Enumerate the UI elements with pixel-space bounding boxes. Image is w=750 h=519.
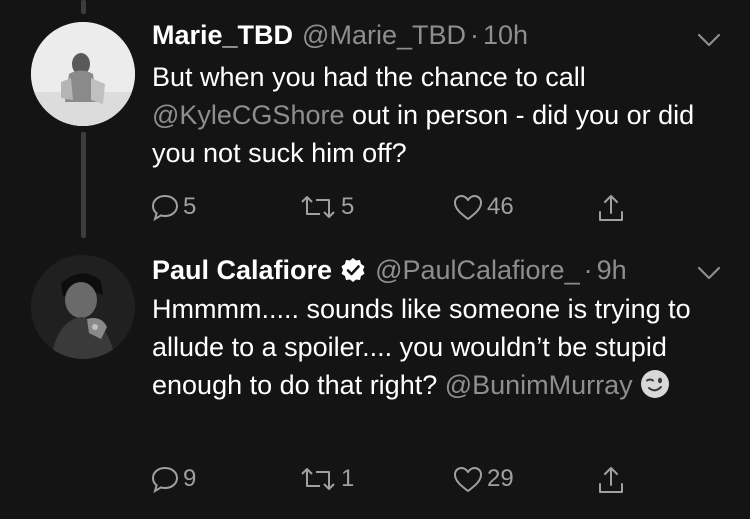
reply-count: 9 — [183, 465, 197, 492]
tweet-paul[interactable]: Paul Calafiore @PaulCalafiore_ · 9h Hmmm… — [0, 240, 750, 519]
like-button[interactable]: 29 — [452, 464, 514, 494]
separator-dot: · — [583, 255, 593, 285]
separator-dot: · — [470, 20, 479, 50]
reply-button[interactable]: 9 — [150, 464, 196, 494]
heart-icon — [454, 195, 482, 220]
user-handle[interactable]: @Marie_TBD — [302, 20, 466, 51]
retweet-button[interactable]: 5 — [298, 192, 354, 222]
chevron-down-icon[interactable] — [696, 32, 722, 48]
like-button[interactable]: 46 — [452, 192, 514, 222]
retweet-icon — [301, 468, 335, 490]
heart-icon — [454, 467, 482, 492]
tweet-actions: 9 1 29 — [150, 464, 650, 500]
tweet-marie[interactable]: Marie_TBD @Marie_TBD · 10h But when you … — [0, 0, 750, 240]
share-icon — [599, 195, 623, 221]
timestamp[interactable]: 10h — [483, 20, 528, 51]
display-name[interactable]: Marie_TBD — [152, 20, 293, 51]
retweet-count: 1 — [341, 465, 355, 492]
tweet-actions: 5 5 46 — [150, 192, 650, 228]
tweet-text: Hmmmm..... sounds like someone is trying… — [152, 290, 692, 404]
reply-button[interactable]: 5 — [150, 192, 196, 222]
share-button[interactable] — [596, 192, 626, 224]
reply-count: 5 — [183, 193, 197, 220]
timestamp[interactable]: 9h — [597, 255, 627, 286]
avatar-paul[interactable] — [31, 255, 135, 359]
chevron-down-icon[interactable] — [696, 265, 722, 281]
user-handle[interactable]: @PaulCalafiore_ — [375, 255, 580, 286]
winking-face-emoji — [640, 370, 669, 398]
retweet-button[interactable]: 1 — [298, 464, 354, 494]
reply-icon — [151, 466, 179, 494]
display-name[interactable]: Paul Calafiore — [152, 255, 332, 286]
share-button[interactable] — [596, 464, 626, 496]
mention-link[interactable]: @KyleCGShore — [152, 100, 344, 130]
mention-link[interactable]: @BunimMurray — [445, 370, 633, 400]
verified-badge-icon — [341, 258, 365, 282]
tweet-text: But when you had the chance to call @Kyl… — [152, 58, 732, 172]
reply-icon — [151, 194, 179, 222]
avatar-marie[interactable] — [31, 22, 135, 126]
share-icon — [599, 467, 623, 493]
retweet-count: 5 — [341, 193, 355, 220]
retweet-icon — [301, 196, 335, 218]
like-count: 29 — [487, 465, 514, 492]
tweet-text-part: But when you had the chance to call — [152, 62, 586, 92]
tweet-header: Marie_TBD @Marie_TBD · 10h — [152, 20, 528, 51]
tweet-header: Paul Calafiore @PaulCalafiore_ · 9h — [152, 253, 627, 286]
like-count: 46 — [487, 193, 514, 220]
